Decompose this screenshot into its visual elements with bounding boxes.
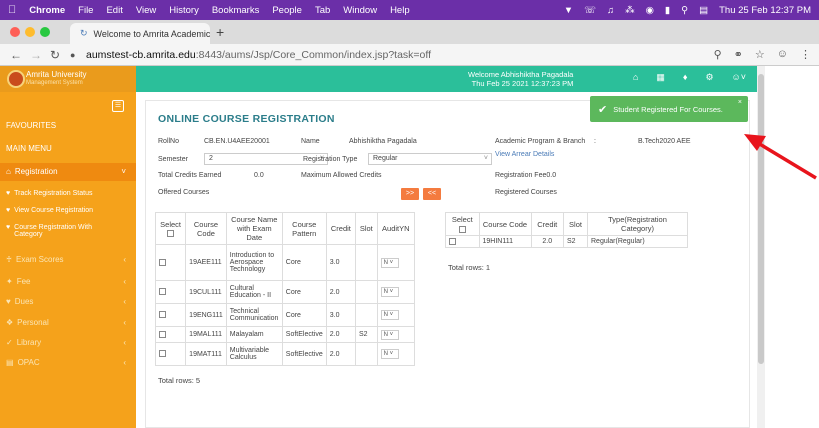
- annotation-arrow-icon: [744, 134, 817, 180]
